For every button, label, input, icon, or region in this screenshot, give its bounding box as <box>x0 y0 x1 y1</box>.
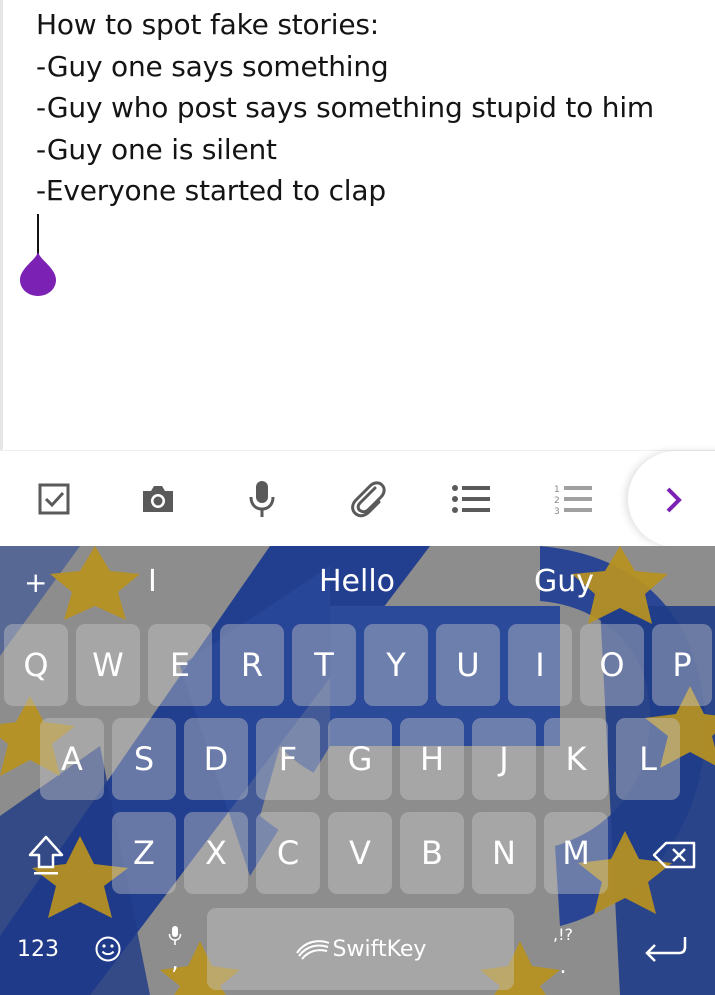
note-editor[interactable]: How to spot fake stories: -Guy one says … <box>0 0 715 450</box>
backspace-key[interactable] <box>640 814 710 896</box>
paperclip-icon[interactable] <box>348 479 388 519</box>
enter-arrow-icon <box>645 937 687 962</box>
swiftkey-logo-icon <box>295 940 329 960</box>
numbered-list-icon[interactable]: 1 2 3 <box>554 479 594 519</box>
key-x[interactable]: X <box>184 812 248 894</box>
key-n[interactable]: N <box>472 812 536 894</box>
microphone-small-icon <box>168 926 182 945</box>
toolbar-expand-button[interactable] <box>628 451 715 547</box>
key-g[interactable]: G <box>328 718 392 800</box>
period-label: . <box>559 953 567 979</box>
key-y[interactable]: Y <box>364 624 428 706</box>
space-bar-brand: SwiftKey <box>332 936 427 962</box>
note-line: -Guy who post says something stupid to h… <box>36 91 654 124</box>
note-line: How to spot fake stories: <box>36 8 379 41</box>
key-t[interactable]: T <box>292 624 356 706</box>
suggestion-right[interactable]: Guy <box>534 564 594 599</box>
backspace-icon <box>652 841 696 869</box>
emoji-key[interactable] <box>84 910 132 988</box>
comma-label: , <box>171 947 179 975</box>
camera-icon[interactable] <box>138 479 178 519</box>
key-v[interactable]: V <box>328 812 392 894</box>
add-to-dictionary-button[interactable]: + <box>24 566 47 599</box>
note-line: -Guy one says something <box>36 49 389 83</box>
key-o[interactable]: O <box>580 624 644 706</box>
list-number: 2 <box>554 496 560 506</box>
comma-key[interactable]: , <box>152 910 198 988</box>
chevron-right-icon <box>666 487 682 513</box>
note-line: -Guy one is silent <box>36 132 277 166</box>
shift-icon <box>28 835 64 875</box>
key-i[interactable]: I <box>508 624 572 706</box>
key-c[interactable]: C <box>256 812 320 894</box>
key-j[interactable]: J <box>472 718 536 800</box>
key-s[interactable]: S <box>112 718 176 800</box>
swiftkey-keyboard: + I Hello Guy Q W E R T Y U I O P A S D … <box>0 546 715 995</box>
smiley-icon <box>95 936 121 962</box>
bullet-list-icon[interactable] <box>451 479 491 519</box>
space-bar[interactable]: SwiftKey <box>207 908 514 990</box>
key-r[interactable]: R <box>220 624 284 706</box>
key-a[interactable]: A <box>40 718 104 800</box>
formatting-toolbar: 1 2 3 <box>0 450 715 547</box>
note-text[interactable]: How to spot fake stories: -Guy one says … <box>36 4 654 212</box>
key-q[interactable]: Q <box>4 624 68 706</box>
key-m[interactable]: M <box>544 812 608 894</box>
key-u[interactable]: U <box>436 624 500 706</box>
key-f[interactable]: F <box>256 718 320 800</box>
checkbox-icon[interactable] <box>34 479 74 519</box>
key-l[interactable]: L <box>616 718 680 800</box>
key-k[interactable]: K <box>544 718 608 800</box>
list-number: 1 <box>554 485 560 495</box>
microphone-icon[interactable] <box>242 479 282 519</box>
cursor-handle[interactable] <box>20 252 56 296</box>
enter-key[interactable] <box>630 910 702 988</box>
key-w[interactable]: W <box>76 624 140 706</box>
key-b[interactable]: B <box>400 812 464 894</box>
list-number: 3 <box>554 507 560 516</box>
punctuation-key[interactable]: ,!? . <box>540 914 586 988</box>
key-e[interactable]: E <box>148 624 212 706</box>
suggestion-left[interactable]: I <box>148 564 157 599</box>
note-line: -Everyone started to clap <box>36 174 386 207</box>
shift-key[interactable] <box>10 814 82 896</box>
key-z[interactable]: Z <box>112 812 176 894</box>
key-h[interactable]: H <box>400 718 464 800</box>
punctuation-hint: ,!? <box>553 924 573 944</box>
key-p[interactable]: P <box>652 624 712 706</box>
numbers-key[interactable]: 123 <box>6 910 70 988</box>
suggestion-center[interactable]: Hello <box>319 564 395 599</box>
key-d[interactable]: D <box>184 718 248 800</box>
